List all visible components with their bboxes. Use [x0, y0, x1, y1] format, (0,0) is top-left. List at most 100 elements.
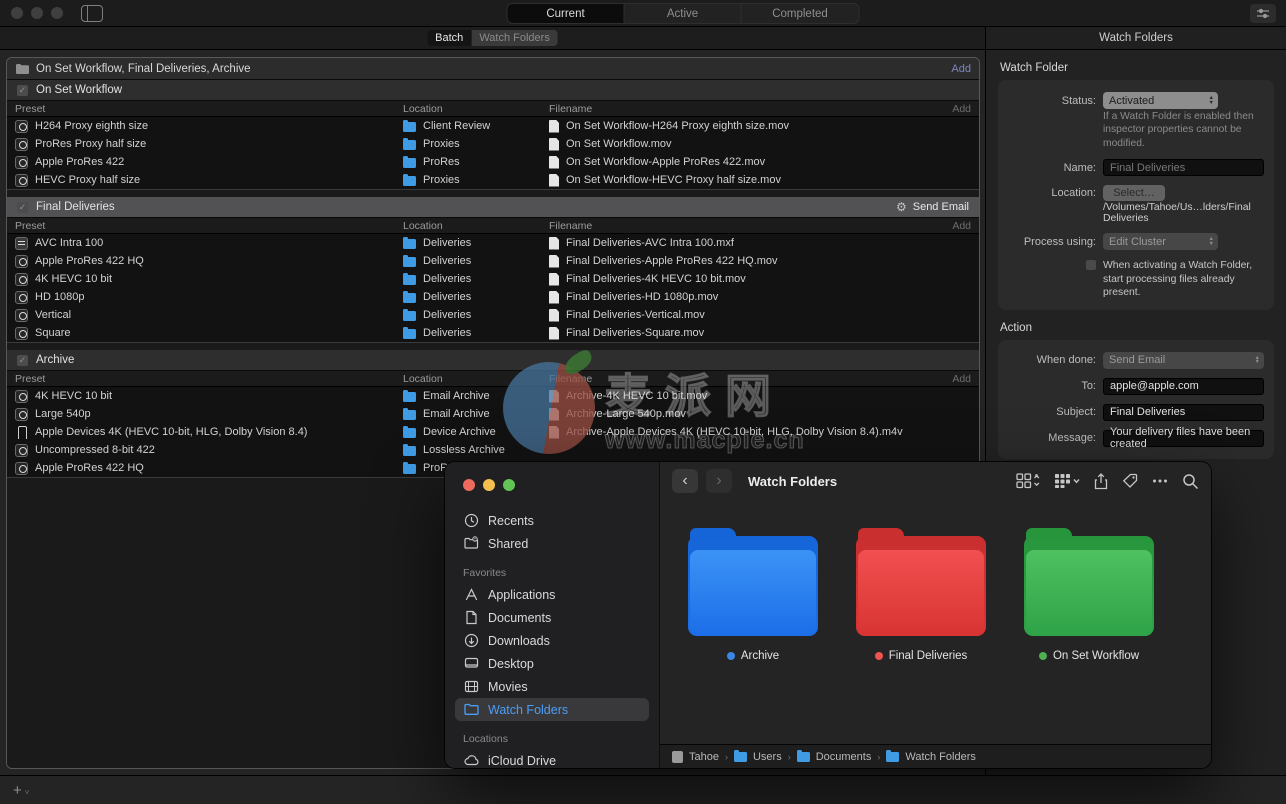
status-dropdown[interactable]: Activated ▲ ▼: [1103, 92, 1218, 109]
sidebar-item-desktop[interactable]: Desktop: [455, 652, 649, 675]
file-icon: [549, 407, 559, 421]
table-row[interactable]: HEVC Proxy half size Proxies On Set Workfl…: [7, 171, 979, 189]
preset-name: ProRes Proxy half size: [35, 138, 147, 150]
column-add-button[interactable]: Add: [931, 103, 971, 115]
stepper-icon: ▲ ▼: [1254, 354, 1260, 366]
finder-window-controls: [463, 479, 659, 491]
subject-field[interactable]: Final Deliveries: [1103, 403, 1264, 421]
batch-group-header[interactable]: On Set Workflow, Final Deliveries, Archi…: [7, 58, 979, 80]
path-item[interactable]: Tahoe: [689, 751, 719, 763]
folder-icon: [403, 309, 416, 321]
table-row[interactable]: Apple ProRes 422 HQ Deliveries Final Deliv…: [7, 252, 979, 270]
finder-item-final-deliveries[interactable]: Final Deliveries: [856, 528, 986, 744]
to-field[interactable]: apple@apple.com: [1103, 377, 1264, 395]
setting-preset-icon: [15, 407, 28, 421]
view-tab-current[interactable]: Current: [507, 4, 625, 23]
close-button[interactable]: [463, 479, 475, 491]
sidebar-item-shared[interactable]: Shared: [455, 532, 649, 555]
finder-item-on-set-workflow[interactable]: On Set Workflow: [1024, 528, 1154, 744]
folder-name: Archive: [740, 650, 780, 662]
sidebar-item-movies[interactable]: Movies: [455, 675, 649, 698]
finder-sidebar: Recents Shared Favorites Applications Docume…: [445, 462, 660, 768]
table-row[interactable]: H264 Proxy eighth size Client Review On Se…: [7, 117, 979, 135]
table-row[interactable]: AVC Intra 100 Deliveries Final Deliveries-…: [7, 234, 979, 252]
sidebar-item-downloads[interactable]: Downloads: [455, 629, 649, 652]
section-header[interactable]: ✓ On Set Workflow: [7, 80, 979, 101]
folder-icon: [733, 749, 747, 762]
view-tab-active[interactable]: Active: [625, 4, 742, 23]
table-row[interactable]: ProRes Proxy half size Proxies On Set Work…: [7, 135, 979, 153]
more-options-icon[interactable]: [1152, 478, 1168, 484]
table-row[interactable]: Vertical Deliveries Final Deliveries-Verti…: [7, 306, 979, 324]
column-add-button[interactable]: Add: [931, 220, 971, 232]
add-batch-button[interactable]: +: [13, 782, 22, 799]
zoom-window-button[interactable]: [51, 7, 63, 19]
minimize-window-button[interactable]: [31, 7, 43, 19]
close-window-button[interactable]: [11, 7, 23, 19]
group-add-button[interactable]: Add: [951, 63, 971, 75]
filename: On Set Workflow.mov: [566, 138, 672, 150]
stepper-icon: ▲ ▼: [1208, 95, 1214, 106]
section-checkbox[interactable]: ✓: [17, 354, 28, 366]
table-row[interactable]: 4K HEVC 10 bit Deliveries Final Deliveries…: [7, 270, 979, 288]
table-row[interactable]: Uncompressed 8-bit 422 Lossless Archive: [7, 441, 979, 459]
batch-tab-bar: Batch Watch Folders: [0, 27, 986, 49]
tab-batch[interactable]: Batch: [427, 30, 472, 46]
file-icon: [549, 389, 559, 403]
process-using-dropdown[interactable]: Edit Cluster ▲ ▼: [1103, 233, 1218, 251]
message-label: Message:: [1048, 432, 1096, 445]
section-header[interactable]: ✓ Final Deliveries ⚙ Send Email: [7, 197, 979, 218]
tag-dot: [726, 652, 735, 660]
path-item[interactable]: Users: [753, 751, 782, 763]
table-row[interactable]: Apple Devices 4K (HEVC 10-bit, HLG, Dolb…: [7, 423, 979, 441]
section-action-button[interactable]: ⚙ Send Email: [896, 200, 969, 214]
table-row[interactable]: Apple ProRes 422 ProRes On Set Workflow-Ap…: [7, 153, 979, 171]
table-row[interactable]: Large 540p Email Archive Archive-Large 540…: [7, 405, 979, 423]
view-tab-completed[interactable]: Completed: [742, 4, 859, 23]
column-add-button[interactable]: Add: [931, 373, 971, 385]
back-button[interactable]: ‹: [672, 469, 698, 493]
location-select-button[interactable]: Select…: [1103, 185, 1165, 202]
folder-icon: [403, 426, 416, 438]
section-header[interactable]: ✓ Archive: [7, 350, 979, 371]
table-row[interactable]: HD 1080p Deliveries Final Deliveries-HD 10…: [7, 288, 979, 306]
file-icon: [549, 119, 559, 133]
group-by-button[interactable]: [1054, 473, 1080, 489]
location-name: ProRes: [423, 156, 460, 168]
sidebar-item-icloud-drive[interactable]: iCloud Drive: [455, 749, 649, 768]
table-row[interactable]: 4K HEVC 10 bit Email Archive Archive-4K HE…: [7, 387, 979, 405]
share-icon[interactable]: [1094, 472, 1108, 490]
process-existing-checkbox[interactable]: [1086, 260, 1096, 271]
preset-name: HEVC Proxy half size: [35, 174, 141, 186]
path-item[interactable]: Documents: [816, 751, 872, 763]
subject-label: Subject:: [1056, 406, 1096, 419]
inspector-toggle-button[interactable]: [1250, 4, 1276, 23]
tag-icon[interactable]: [1122, 473, 1138, 489]
sidebar-item-watch-folders[interactable]: Watch Folders: [455, 698, 649, 721]
name-field[interactable]: Final Deliveries: [1103, 159, 1264, 177]
folder-icon: [403, 174, 416, 186]
message-field[interactable]: Your delivery files have been created: [1103, 426, 1264, 450]
folder-icon: [463, 702, 479, 717]
forward-button[interactable]: ›: [706, 469, 732, 493]
when-done-dropdown[interactable]: Send Email ▲ ▼: [1103, 351, 1264, 369]
icon-view-button[interactable]: [1016, 473, 1040, 489]
file-icon: [549, 308, 559, 322]
section-checkbox[interactable]: ✓: [17, 201, 28, 213]
minimize-button[interactable]: [483, 479, 495, 491]
sidebar-toggle-icon[interactable]: [81, 4, 103, 22]
folder-name: On Set Workflow: [1052, 650, 1140, 662]
filename: On Set Workflow-H264 Proxy eighth size.m…: [566, 120, 789, 132]
tab-watch-folders[interactable]: Watch Folders: [471, 30, 558, 46]
zoom-button[interactable]: [503, 479, 515, 491]
path-item[interactable]: Watch Folders: [905, 751, 976, 763]
finder-item-archive[interactable]: Archive: [688, 528, 818, 744]
app-window: Current Active Completed Batch Watch Folder…: [0, 0, 1286, 804]
sidebar-item-applications[interactable]: Applications: [455, 583, 649, 606]
section-checkbox[interactable]: ✓: [17, 84, 28, 96]
location-name: Lossless Archive: [423, 444, 505, 456]
sidebar-item-recents[interactable]: Recents: [455, 509, 649, 532]
table-row[interactable]: Square Deliveries Final Deliveries-Square.…: [7, 324, 979, 342]
search-icon[interactable]: [1182, 473, 1199, 490]
sidebar-item-documents[interactable]: Documents: [455, 606, 649, 629]
